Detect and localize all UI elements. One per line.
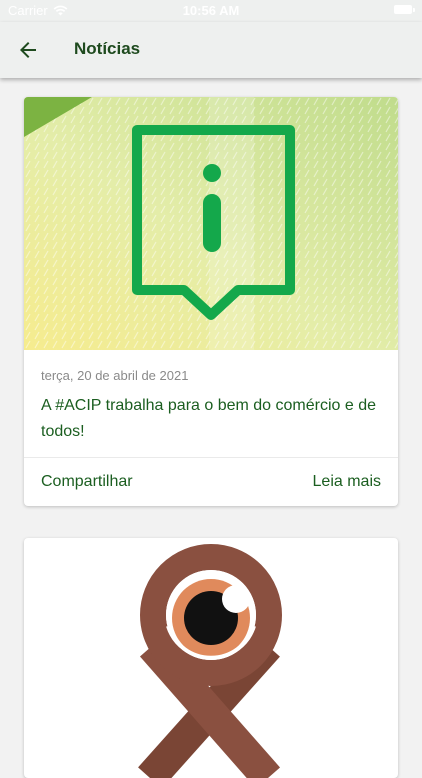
battery-icon (394, 5, 415, 14)
news-card[interactable]: terça, 20 de abril de 2021 A #ACIP traba… (24, 97, 398, 506)
top-app-bar: Notícias (0, 22, 422, 78)
news-headline[interactable]: A #ACIP trabalha para o bem do comércio … (41, 393, 386, 445)
page-title: Notícias (74, 39, 141, 58)
news-image[interactable] (24, 538, 398, 778)
arrow-left-icon[interactable] (16, 38, 40, 62)
share-button[interactable]: Compartilhar (41, 473, 133, 491)
status-bar: Carrier 10:56 AM (0, 0, 422, 22)
news-card[interactable] (24, 538, 398, 778)
read-more-button[interactable]: Leia mais (313, 473, 381, 491)
awareness-ribbon-eye-icon (138, 544, 282, 778)
status-time: 10:56 AM (182, 3, 240, 18)
news-date: terça, 20 de abril de 2021 (41, 368, 189, 383)
card-divider (24, 457, 398, 458)
news-image[interactable] (24, 97, 398, 350)
